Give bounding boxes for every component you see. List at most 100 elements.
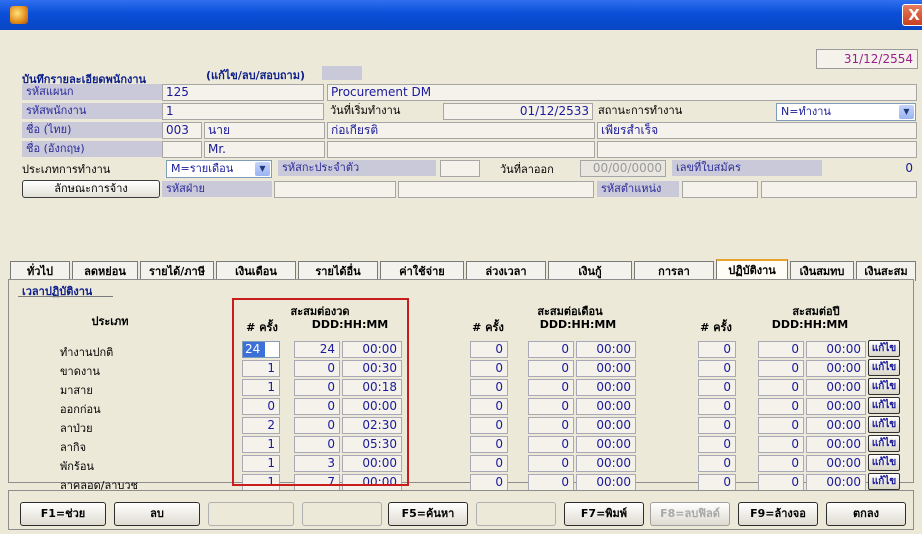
year-days-cell[interactable]: 0 (758, 436, 804, 453)
edit-row-button[interactable]: แก้ไข (868, 359, 900, 376)
print-button[interactable]: F7=พิมพ์ (564, 502, 644, 526)
close-button[interactable]: X (902, 4, 922, 26)
window-title-bar[interactable] (0, 0, 922, 30)
month-time-cell[interactable]: 00:00 (576, 379, 636, 396)
tab-general[interactable]: ทั่วไป (10, 261, 70, 281)
month-time-cell[interactable]: 00:00 (576, 341, 636, 358)
work-status-select[interactable]: N=ทำงาน ▼ (776, 103, 916, 121)
delete-button[interactable]: ลบ (114, 502, 200, 526)
month-count-cell[interactable]: 0 (470, 379, 508, 396)
month-time-cell[interactable]: 00:00 (576, 455, 636, 472)
chevron-down-icon[interactable]: ▼ (255, 162, 270, 176)
tab-income-tax[interactable]: รายได้/ภาษี (140, 261, 214, 281)
month-count-cell[interactable]: 0 (470, 417, 508, 434)
year-days-cell[interactable]: 0 (758, 417, 804, 434)
edit-row-button[interactable]: แก้ไข (868, 340, 900, 357)
year-time-cell[interactable]: 00:00 (806, 398, 866, 415)
edit-row-button[interactable]: แก้ไข (868, 435, 900, 452)
id-code-field[interactable] (440, 160, 480, 177)
year-time-cell[interactable]: 00:00 (806, 417, 866, 434)
dept-name-field[interactable]: Procurement DM (327, 84, 917, 101)
month-time-cell[interactable]: 00:00 (576, 360, 636, 377)
position-name-field[interactable] (761, 181, 917, 198)
month-days-cell[interactable]: 0 (528, 417, 574, 434)
tab-leave[interactable]: การลา (634, 261, 714, 281)
dept-code-field[interactable]: 125 (162, 84, 324, 101)
tab-savings[interactable]: เงินสะสม (856, 261, 916, 281)
month-days-cell[interactable]: 0 (528, 379, 574, 396)
resign-date-field[interactable]: 00/00/0000 (580, 160, 666, 177)
month-days-cell[interactable]: 0 (528, 455, 574, 472)
month-count-cell[interactable]: 0 (470, 474, 508, 491)
month-count-cell[interactable]: 0 (470, 360, 508, 377)
title-th-field[interactable]: นาย (204, 122, 325, 139)
clear-screen-button[interactable]: F9=ล้างจอ (738, 502, 818, 526)
tab-attendance[interactable]: ปฏิบัติงาน (716, 259, 788, 281)
emp-code-field[interactable]: 1 (162, 103, 324, 120)
month-time-cell[interactable]: 00:00 (576, 417, 636, 434)
year-time-cell[interactable]: 00:00 (806, 436, 866, 453)
year-count-cell[interactable]: 0 (698, 474, 736, 491)
edit-row-button[interactable]: แก้ไข (868, 378, 900, 395)
tab-deductions[interactable]: ลดหย่อน (72, 261, 138, 281)
position-code-field[interactable] (682, 181, 758, 198)
division-code-field[interactable] (274, 181, 396, 198)
edit-row-button[interactable]: แก้ไข (868, 416, 900, 433)
employment-type-button[interactable]: ลักษณะการจ้าง (22, 180, 160, 198)
year-count-cell[interactable]: 0 (698, 436, 736, 453)
month-days-cell[interactable]: 0 (528, 341, 574, 358)
year-time-cell[interactable]: 00:00 (806, 379, 866, 396)
month-count-cell[interactable]: 0 (470, 436, 508, 453)
title-en-field[interactable]: Mr. (204, 141, 325, 158)
edit-row-button[interactable]: แก้ไข (868, 397, 900, 414)
month-time-cell[interactable]: 00:00 (576, 436, 636, 453)
year-time-cell[interactable]: 00:00 (806, 474, 866, 491)
first-name-en-field[interactable] (327, 141, 595, 158)
year-days-cell[interactable]: 0 (758, 474, 804, 491)
year-time-cell[interactable]: 00:00 (806, 341, 866, 358)
year-count-cell[interactable]: 0 (698, 417, 736, 434)
tab-overtime[interactable]: ล่วงเวลา (466, 261, 546, 281)
emp-type-select[interactable]: M=รายเดือน ▼ (166, 160, 272, 178)
ok-button[interactable]: ตกลง (826, 502, 906, 526)
title-code-field[interactable]: 003 (162, 122, 202, 139)
last-name-th-field[interactable]: เพียรสำเร็จ (597, 122, 917, 139)
clear-field-button[interactable]: F8=ลบฟิลด์ (650, 502, 730, 526)
edit-row-button[interactable]: แก้ไข (868, 473, 900, 490)
month-days-cell[interactable]: 0 (528, 436, 574, 453)
first-name-th-field[interactable]: ก่อเกียรติ (327, 122, 595, 139)
month-count-cell[interactable]: 0 (470, 455, 508, 472)
tab-contributions[interactable]: เงินสมทบ (790, 261, 854, 281)
year-days-cell[interactable]: 0 (758, 398, 804, 415)
month-time-cell[interactable]: 00:00 (576, 474, 636, 491)
search-button[interactable]: F5=ค้นหา (388, 502, 468, 526)
month-days-cell[interactable]: 0 (528, 474, 574, 491)
chevron-down-icon[interactable]: ▼ (899, 105, 914, 119)
title-en-code-field[interactable] (162, 141, 202, 158)
tab-other-income[interactable]: รายได้อื่น (298, 261, 378, 281)
year-days-cell[interactable]: 0 (758, 455, 804, 472)
year-count-cell[interactable]: 0 (698, 379, 736, 396)
division-name-field[interactable] (398, 181, 594, 198)
year-count-cell[interactable]: 0 (698, 341, 736, 358)
start-date-field[interactable]: 01/12/2533 (443, 103, 593, 120)
year-days-cell[interactable]: 0 (758, 379, 804, 396)
tab-loans[interactable]: เงินกู้ (548, 261, 632, 281)
month-days-cell[interactable]: 0 (528, 398, 574, 415)
month-days-cell[interactable]: 0 (528, 360, 574, 377)
year-time-cell[interactable]: 00:00 (806, 360, 866, 377)
help-button[interactable]: F1=ช่วย (20, 502, 106, 526)
year-count-cell[interactable]: 0 (698, 455, 736, 472)
tab-salary[interactable]: เงินเดือน (216, 261, 296, 281)
month-count-cell[interactable]: 0 (470, 341, 508, 358)
year-count-cell[interactable]: 0 (698, 398, 736, 415)
year-time-cell[interactable]: 00:00 (806, 455, 866, 472)
last-name-en-field[interactable] (597, 141, 917, 158)
edit-row-button[interactable]: แก้ไข (868, 454, 900, 471)
month-time-cell[interactable]: 00:00 (576, 398, 636, 415)
year-count-cell[interactable]: 0 (698, 360, 736, 377)
year-days-cell[interactable]: 0 (758, 360, 804, 377)
year-days-cell[interactable]: 0 (758, 341, 804, 358)
application-no-field[interactable]: 0 (824, 160, 917, 177)
tab-expenses[interactable]: ค่าใช้จ่าย (380, 261, 464, 281)
